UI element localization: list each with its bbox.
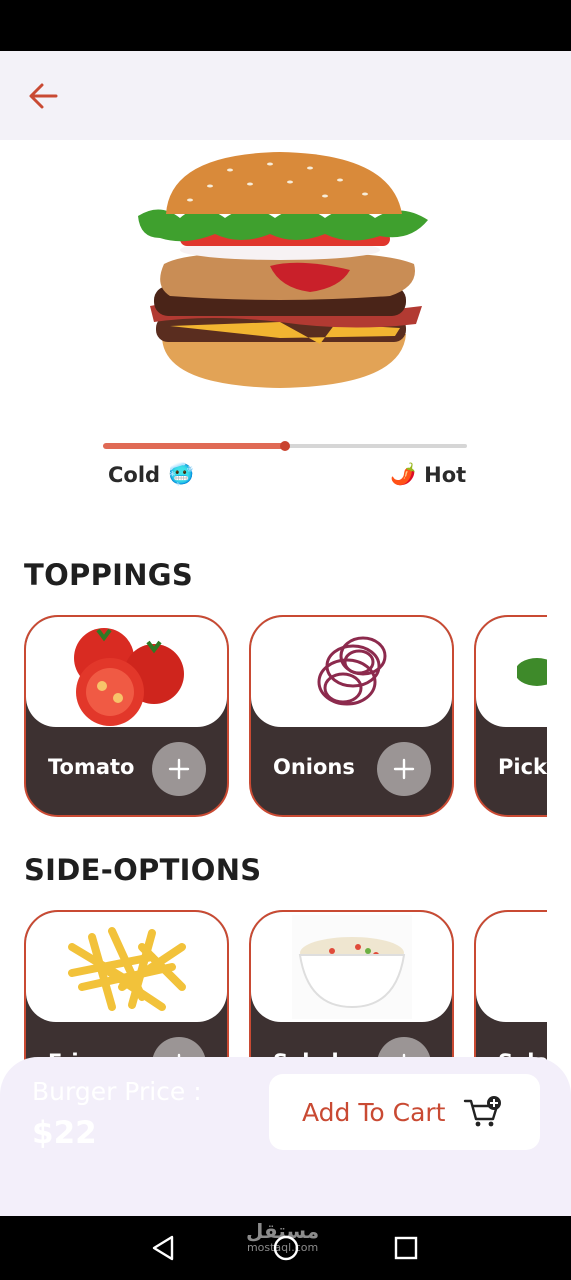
add-to-cart-label: Add To Cart: [302, 1097, 446, 1127]
chili-icon: 🌶️: [390, 462, 417, 486]
toppings-row[interactable]: Tomato Onions Pick: [24, 615, 547, 820]
arrow-left-icon: [29, 83, 58, 109]
cold-text: Cold: [108, 462, 161, 487]
cold-label: Cold 🥶: [108, 462, 194, 487]
topping-name: Tomato: [48, 755, 135, 779]
tomato-image: [26, 617, 227, 727]
slider-fill: [103, 443, 285, 449]
topping-card[interactable]: Onions: [249, 615, 454, 817]
salad-image: [251, 912, 452, 1022]
side-options-title: SIDE-OPTIONS: [24, 853, 262, 887]
topping-name: Pickles: [498, 755, 547, 779]
cart-plus-icon: [464, 1096, 502, 1127]
slider-thumb[interactable]: [280, 441, 290, 451]
pickle-image: [476, 617, 547, 727]
plus-icon: [168, 758, 190, 780]
add-topping-button[interactable]: [377, 742, 431, 796]
burger-image: [130, 146, 430, 391]
top-bar: [0, 51, 571, 140]
add-topping-button[interactable]: [152, 742, 206, 796]
nav-recents-icon[interactable]: [394, 1236, 418, 1260]
cold-face-icon: 🥶: [168, 462, 195, 486]
checkout-panel: Burger Price : $22 Add To Cart: [0, 1057, 571, 1216]
status-bar: [0, 0, 571, 51]
topping-card[interactable]: Pickles: [474, 615, 547, 817]
back-button[interactable]: [24, 79, 64, 115]
plus-icon: [393, 758, 415, 780]
add-to-cart-button[interactable]: Add To Cart: [269, 1074, 540, 1150]
nav-home-icon[interactable]: [272, 1234, 300, 1262]
lettuce-image: [476, 912, 547, 1022]
toppings-title: TOPPINGS: [24, 558, 194, 592]
onion-image: [251, 617, 452, 727]
topping-name: Onions: [273, 755, 355, 779]
temperature-slider[interactable]: [103, 440, 467, 452]
nav-back-icon[interactable]: [150, 1234, 176, 1262]
system-nav-bar: مستقل mostaql.com: [0, 1216, 571, 1280]
topping-card[interactable]: Tomato: [24, 615, 229, 817]
hot-label: 🌶️ Hot: [390, 462, 466, 487]
price-value: $22: [32, 1115, 97, 1151]
fries-image: [26, 912, 227, 1022]
price-label: Burger Price :: [32, 1077, 202, 1106]
hot-text: Hot: [424, 462, 467, 487]
product-content: Cold 🥶 🌶️ Hot TOPPINGS Tomato Onions Pic…: [0, 140, 571, 1216]
